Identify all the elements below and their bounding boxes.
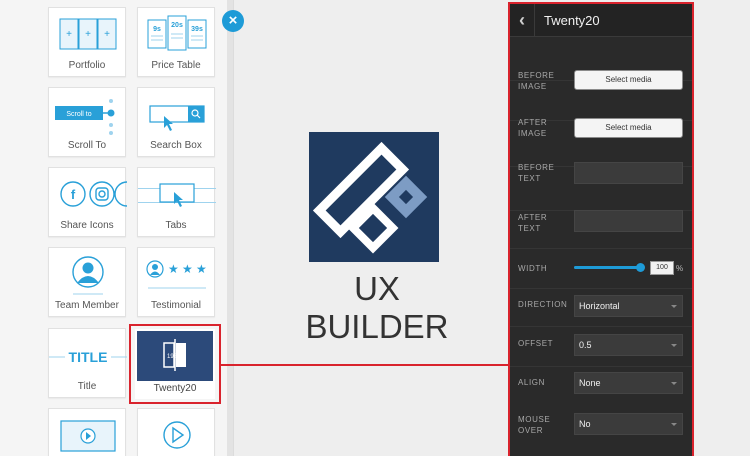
tabs-icon: [138, 183, 216, 207]
element-team-member[interactable]: Team Member: [48, 247, 126, 317]
title-icon: TITLE: [49, 349, 127, 365]
element-label: Team Member: [55, 300, 119, 311]
back-icon[interactable]: ‹: [514, 11, 530, 29]
svg-text:★: ★: [182, 262, 193, 276]
video-button-icon: [163, 421, 191, 449]
option-before-text: BEFORE TEXT: [510, 121, 692, 184]
header-divider: [534, 4, 535, 37]
element-label: Portfolio: [68, 60, 106, 71]
ux-builder-wordmark: UX BUILDER: [305, 270, 449, 345]
element-share-icons[interactable]: f Share Icons: [48, 167, 127, 237]
element-label: Testimonial: [150, 300, 202, 311]
element-video-button[interactable]: [137, 408, 215, 456]
element-search-box[interactable]: Search Box: [137, 87, 215, 157]
price-label-2: 20s: [171, 22, 183, 29]
option-before-image: BEFORE IMAGE Select media: [510, 38, 692, 91]
option-align: ALIGN None: [510, 327, 692, 394]
library-scrollbar[interactable]: [227, 0, 233, 456]
scroll-to-art-text: Scroll to: [66, 111, 91, 118]
video-icon: [60, 420, 116, 452]
scroll-to-icon: Scroll to: [55, 99, 115, 135]
option-after-text: AFTER TEXT: [510, 167, 692, 233]
element-portfolio[interactable]: + + + Portfolio: [48, 7, 126, 77]
svg-text:★: ★: [168, 262, 179, 276]
price-label-1: 9s: [153, 26, 161, 33]
panel-title: Twenty20: [544, 13, 600, 28]
element-label: Share Icons: [60, 220, 114, 231]
element-title[interactable]: TITLE Title: [48, 328, 127, 398]
element-tabs[interactable]: Tabs: [137, 167, 216, 237]
title-art-text: TITLE: [69, 349, 108, 365]
svg-text:+: +: [66, 29, 72, 40]
element-testimonial[interactable]: ★ ★ ★ Testimonial: [137, 247, 215, 317]
element-label: Title: [77, 381, 97, 392]
panel-header: ‹ Twenty20: [510, 4, 692, 37]
close-library-button[interactable]: ×: [222, 10, 244, 32]
chevron-down-icon: [671, 423, 677, 426]
option-direction: DIRECTION Horizontal: [510, 249, 692, 317]
price-label-3: 39s: [191, 26, 203, 33]
element-price-table[interactable]: 9s 20s 39s Price Table: [137, 7, 215, 77]
svg-text:+: +: [85, 29, 91, 40]
close-icon: ×: [228, 12, 238, 29]
mouse-over-value: No: [579, 419, 591, 429]
element-options-panel: ‹ Twenty20 BEFORE IMAGE Select media AFT…: [508, 2, 694, 456]
callout-connector: [221, 364, 508, 366]
mouse-over-select[interactable]: No: [574, 413, 683, 435]
price-table-icon: 9s 20s 39s: [147, 15, 207, 51]
element-label: Search Box: [150, 140, 202, 151]
testimonial-icon: ★ ★ ★: [146, 260, 207, 289]
ux-builder-screen: + + + Portfolio 9s 20s 39s Price Table S…: [0, 0, 750, 456]
portfolio-icon: + + +: [59, 18, 117, 50]
option-after-image: AFTER IMAGE Select media: [510, 81, 692, 138]
svg-text:★: ★: [196, 262, 207, 276]
share-icons-icon: f: [60, 181, 127, 207]
team-member-icon: [72, 256, 104, 295]
option-offset: OFFSET 0.5: [510, 289, 692, 356]
svg-text:+: +: [104, 29, 110, 40]
option-label: MOUSE OVER: [518, 415, 551, 435]
search-box-icon: [149, 105, 205, 131]
option-width: WIDTH 100 %: [510, 211, 692, 275]
selection-highlight: [129, 324, 221, 404]
ux-builder-logo: [309, 132, 439, 262]
element-label: Price Table: [151, 60, 201, 71]
element-label: Tabs: [165, 220, 187, 231]
element-video[interactable]: [48, 408, 126, 456]
option-mouse-over: MOUSE OVER No: [510, 367, 692, 435]
element-label: Scroll To: [67, 140, 107, 151]
element-scroll-to[interactable]: Scroll to Scroll To: [48, 87, 126, 157]
svg-text:f: f: [71, 187, 76, 202]
